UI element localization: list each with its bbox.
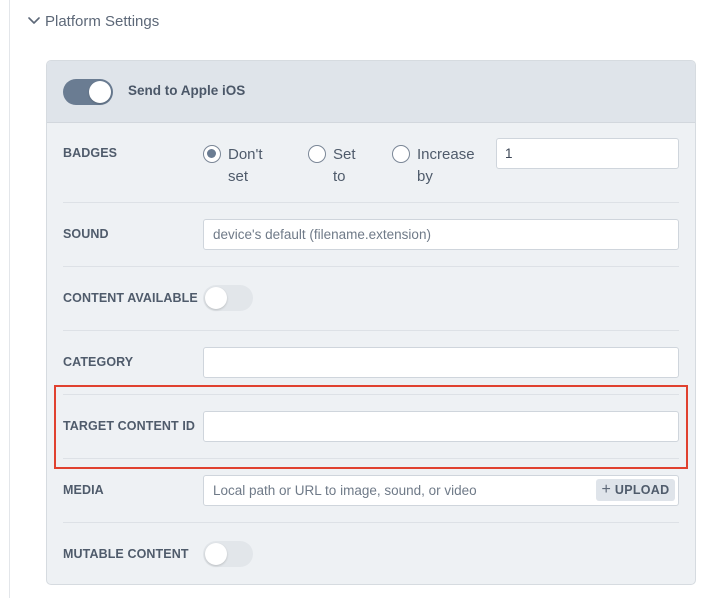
chevron-down-icon — [28, 17, 40, 25]
toggle-knob — [89, 81, 111, 103]
option-line: set — [228, 168, 249, 185]
toggle-knob — [205, 287, 227, 309]
badges-radio-set-to[interactable] — [308, 145, 326, 163]
row-divider — [63, 330, 679, 331]
badges-option-increase-by[interactable]: Increase by — [417, 144, 475, 188]
left-rule — [9, 0, 10, 598]
panel-header: Send to Apple iOS — [47, 61, 695, 123]
ios-settings-panel: Send to Apple iOS BADGES Don't set Set t… — [46, 60, 696, 585]
send-to-ios-label: Send to Apple iOS — [128, 83, 246, 98]
row-divider — [63, 458, 679, 459]
upload-button[interactable]: + UPLOAD — [596, 479, 675, 501]
option-line: by — [417, 168, 433, 185]
target-content-id-input[interactable] — [203, 411, 679, 442]
send-to-ios-toggle[interactable] — [63, 79, 113, 105]
option-line: Don't — [228, 146, 263, 163]
row-divider — [63, 266, 679, 267]
section-title: Platform Settings — [45, 12, 160, 30]
row-divider — [63, 522, 679, 523]
media-label: MEDIA — [63, 483, 104, 497]
content-available-toggle[interactable] — [203, 285, 253, 311]
platform-settings-header[interactable]: Platform Settings — [28, 10, 159, 32]
content-available-label: CONTENT AVAILABLE — [63, 291, 198, 305]
plus-icon: + — [601, 481, 611, 498]
row-divider — [63, 394, 679, 395]
option-line: to — [333, 168, 346, 185]
category-label: CATEGORY — [63, 355, 134, 369]
option-line: Increase — [417, 146, 475, 163]
sound-label: SOUND — [63, 227, 109, 241]
mutable-content-label: MUTABLE CONTENT — [63, 547, 189, 561]
upload-label: UPLOAD — [614, 483, 670, 497]
badges-radio-dont-set[interactable] — [203, 145, 221, 163]
toggle-knob — [205, 543, 227, 565]
badges-option-set-to[interactable]: Set to — [333, 144, 356, 188]
badges-value-input[interactable] — [496, 138, 679, 169]
sound-input[interactable] — [203, 219, 679, 250]
row-divider — [63, 202, 679, 203]
target-content-id-label: TARGET CONTENT ID — [63, 419, 196, 433]
badges-label: BADGES — [63, 146, 118, 160]
mutable-content-toggle[interactable] — [203, 541, 253, 567]
option-line: Set — [333, 146, 356, 163]
badges-radio-increase-by[interactable] — [392, 145, 410, 163]
category-input[interactable] — [203, 347, 679, 378]
badges-option-dont-set[interactable]: Don't set — [228, 144, 263, 188]
